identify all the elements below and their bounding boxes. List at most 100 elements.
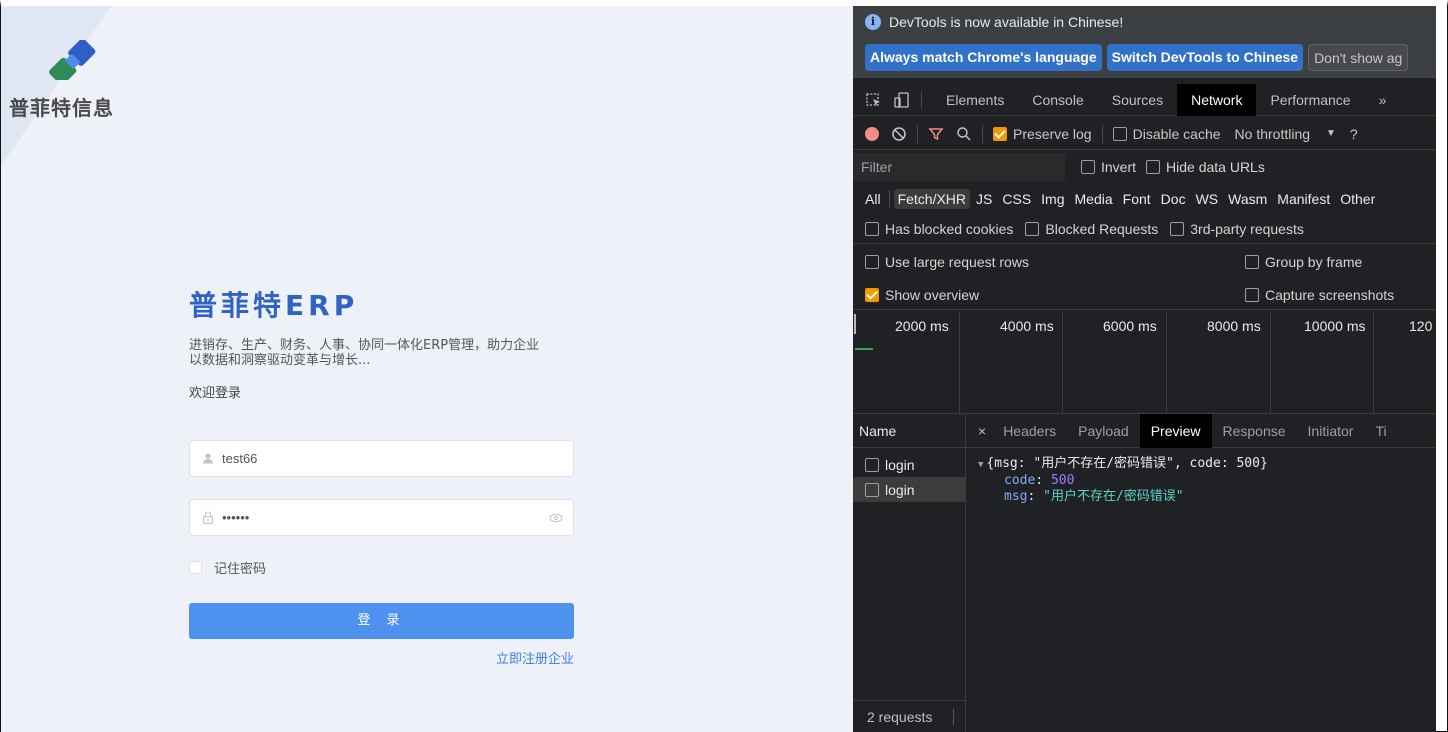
timeline-label: 2000 ms bbox=[895, 318, 949, 334]
more-options-icon[interactable]: ? bbox=[1350, 126, 1358, 142]
type-js[interactable]: JS bbox=[972, 189, 996, 209]
show-overview-label: Show overview bbox=[885, 286, 980, 303]
separator bbox=[917, 124, 918, 143]
third-party-checkbox[interactable] bbox=[1170, 221, 1185, 236]
remember-checkbox[interactable] bbox=[189, 561, 202, 574]
preserve-log-checkbox[interactable] bbox=[993, 126, 1007, 141]
request-name: login bbox=[885, 456, 915, 473]
disable-cache-checkbox[interactable] bbox=[1112, 126, 1127, 141]
type-css[interactable]: CSS bbox=[998, 189, 1035, 209]
expand-triangle-icon[interactable]: ▼ bbox=[978, 460, 983, 470]
type-doc[interactable]: Doc bbox=[1157, 189, 1190, 209]
json-code-line: code: 500 bbox=[1004, 473, 1075, 488]
brand-desc-line: 进销存、生产、财务、人事、协同一体化ERP管理，助力企业 bbox=[189, 338, 540, 353]
brand-title: 普菲特ERP bbox=[189, 289, 359, 322]
blocked-requests-checkbox[interactable] bbox=[1025, 221, 1040, 236]
type-manifest[interactable]: Manifest bbox=[1273, 189, 1334, 209]
username-field[interactable]: test66 bbox=[189, 440, 574, 477]
detail-tabs: × Headers Payload Preview Response Initi… bbox=[966, 413, 1436, 448]
clear-icon[interactable] bbox=[891, 126, 907, 142]
timeline-gridline bbox=[1166, 312, 1167, 414]
more-tabs-button[interactable]: » bbox=[1365, 84, 1401, 116]
switch-to-chinese-button[interactable]: Switch DevTools to Chinese bbox=[1106, 44, 1304, 71]
capture-screenshots-checkbox[interactable] bbox=[1245, 287, 1259, 302]
filter-icon[interactable] bbox=[928, 126, 944, 142]
tab-sources[interactable]: Sources bbox=[1098, 84, 1177, 116]
timeline-label: 6000 ms bbox=[1103, 318, 1157, 334]
has-blocked-cookies-checkbox[interactable] bbox=[865, 221, 879, 236]
close-icon[interactable]: × bbox=[966, 423, 992, 439]
tab-performance[interactable]: Performance bbox=[1256, 84, 1364, 116]
hide-data-urls-checkbox[interactable] bbox=[1146, 160, 1161, 174]
request-row[interactable]: login bbox=[853, 452, 965, 477]
blocked-filters-row: Has blocked cookies Blocked Requests 3rd… bbox=[853, 214, 1436, 244]
filter-input[interactable]: Filter bbox=[853, 153, 1065, 181]
tab-headers[interactable]: Headers bbox=[992, 414, 1067, 448]
request-row-selected[interactable]: login bbox=[853, 477, 965, 502]
type-media[interactable]: Media bbox=[1071, 189, 1117, 209]
timeline-start-marker bbox=[854, 314, 856, 334]
user-icon bbox=[202, 452, 215, 465]
type-other[interactable]: Other bbox=[1336, 189, 1379, 209]
infobar-buttons: Always match Chrome's language Switch De… bbox=[865, 44, 1409, 71]
name-column-header[interactable]: Name bbox=[853, 414, 965, 448]
eye-icon[interactable] bbox=[549, 511, 563, 525]
tab-elements[interactable]: Elements bbox=[932, 84, 1018, 116]
brand-description: 进销存、生产、财务、人事、协同一体化ERP管理，助力企业 以数据和洞察驱动变革与… bbox=[189, 338, 589, 368]
invert-label: Invert bbox=[1101, 159, 1137, 175]
json-key: code bbox=[1004, 473, 1036, 488]
always-match-language-button[interactable]: Always match Chrome's language bbox=[865, 44, 1102, 71]
remember-password[interactable]: 记住密码 bbox=[189, 558, 266, 577]
capture-screenshots-option[interactable]: Capture screenshots bbox=[1245, 287, 1394, 303]
type-ws[interactable]: WS bbox=[1192, 189, 1223, 209]
json-summary-line[interactable]: ▼ {msg: "用户不存在/密码错误", code: 500} bbox=[978, 456, 1436, 473]
search-icon[interactable] bbox=[956, 126, 972, 142]
password-value: •••••• bbox=[222, 510, 250, 525]
third-party-label: 3rd-party requests bbox=[1190, 220, 1304, 237]
request-detail-pane: × Headers Payload Preview Response Initi… bbox=[966, 413, 1436, 732]
timeline-gridline bbox=[1270, 312, 1271, 414]
tab-payload[interactable]: Payload bbox=[1067, 414, 1140, 448]
password-field[interactable]: •••••• bbox=[189, 499, 574, 536]
chevron-down-icon[interactable]: ▼ bbox=[1326, 128, 1336, 139]
type-wasm[interactable]: Wasm bbox=[1224, 189, 1271, 209]
screenshot-root: 普菲特信息 普菲特ERP 进销存、生产、财务、人事、协同一体化ERP管理，助力企… bbox=[0, 0, 1448, 732]
show-overview-checkbox[interactable] bbox=[865, 287, 879, 302]
language-infobar: i DevTools is now available in Chinese! … bbox=[853, 6, 1436, 78]
dont-show-again-button[interactable]: Don't show ag bbox=[1308, 44, 1409, 71]
timeline-gridline bbox=[1062, 312, 1063, 414]
tab-console[interactable]: Console bbox=[1018, 84, 1097, 116]
hide-data-urls-option[interactable]: Hide data URLs bbox=[1146, 159, 1265, 175]
tab-response[interactable]: Response bbox=[1212, 414, 1297, 448]
request-icon bbox=[865, 482, 879, 497]
register-link[interactable]: 立即注册企业 bbox=[496, 648, 574, 667]
invert-option[interactable]: Invert bbox=[1081, 159, 1136, 175]
timeline-label: 120 bbox=[1409, 318, 1433, 334]
device-toolbar-icon[interactable] bbox=[893, 91, 911, 109]
tab-network[interactable]: Network bbox=[1177, 83, 1257, 116]
settings-row-2: Show overview Capture screenshots bbox=[853, 280, 1436, 310]
group-by-frame-label: Group by frame bbox=[1265, 254, 1363, 270]
type-font[interactable]: Font bbox=[1119, 189, 1155, 209]
network-overview-timeline[interactable]: 2000 ms 4000 ms 6000 ms 8000 ms 10000 ms… bbox=[853, 312, 1436, 414]
tab-preview[interactable]: Preview bbox=[1139, 413, 1212, 448]
settings-row-1: Use large request rows Group by frame bbox=[853, 247, 1436, 277]
request-list: Name login login 2 requests bbox=[853, 414, 966, 732]
logo-mark-icon bbox=[49, 40, 96, 80]
type-img[interactable]: Img bbox=[1037, 189, 1068, 209]
group-by-frame-option[interactable]: Group by frame bbox=[1245, 254, 1362, 270]
inspect-element-icon[interactable] bbox=[865, 91, 883, 109]
tab-timing[interactable]: Ti bbox=[1364, 414, 1397, 448]
info-text: DevTools is now available in Chinese! bbox=[889, 14, 1124, 30]
request-name: login bbox=[885, 481, 915, 498]
tab-initiator[interactable]: Initiator bbox=[1297, 414, 1365, 448]
group-by-frame-checkbox[interactable] bbox=[1245, 255, 1259, 269]
type-fetch-xhr[interactable]: Fetch/XHR bbox=[893, 189, 971, 209]
login-button[interactable]: 登 录 bbox=[189, 603, 574, 639]
timeline-gridline bbox=[959, 312, 960, 414]
throttling-select[interactable]: No throttling bbox=[1235, 126, 1310, 142]
record-icon[interactable] bbox=[865, 126, 879, 141]
type-all[interactable]: All bbox=[861, 189, 885, 209]
large-rows-checkbox[interactable] bbox=[865, 255, 879, 269]
invert-checkbox[interactable] bbox=[1081, 160, 1095, 174]
